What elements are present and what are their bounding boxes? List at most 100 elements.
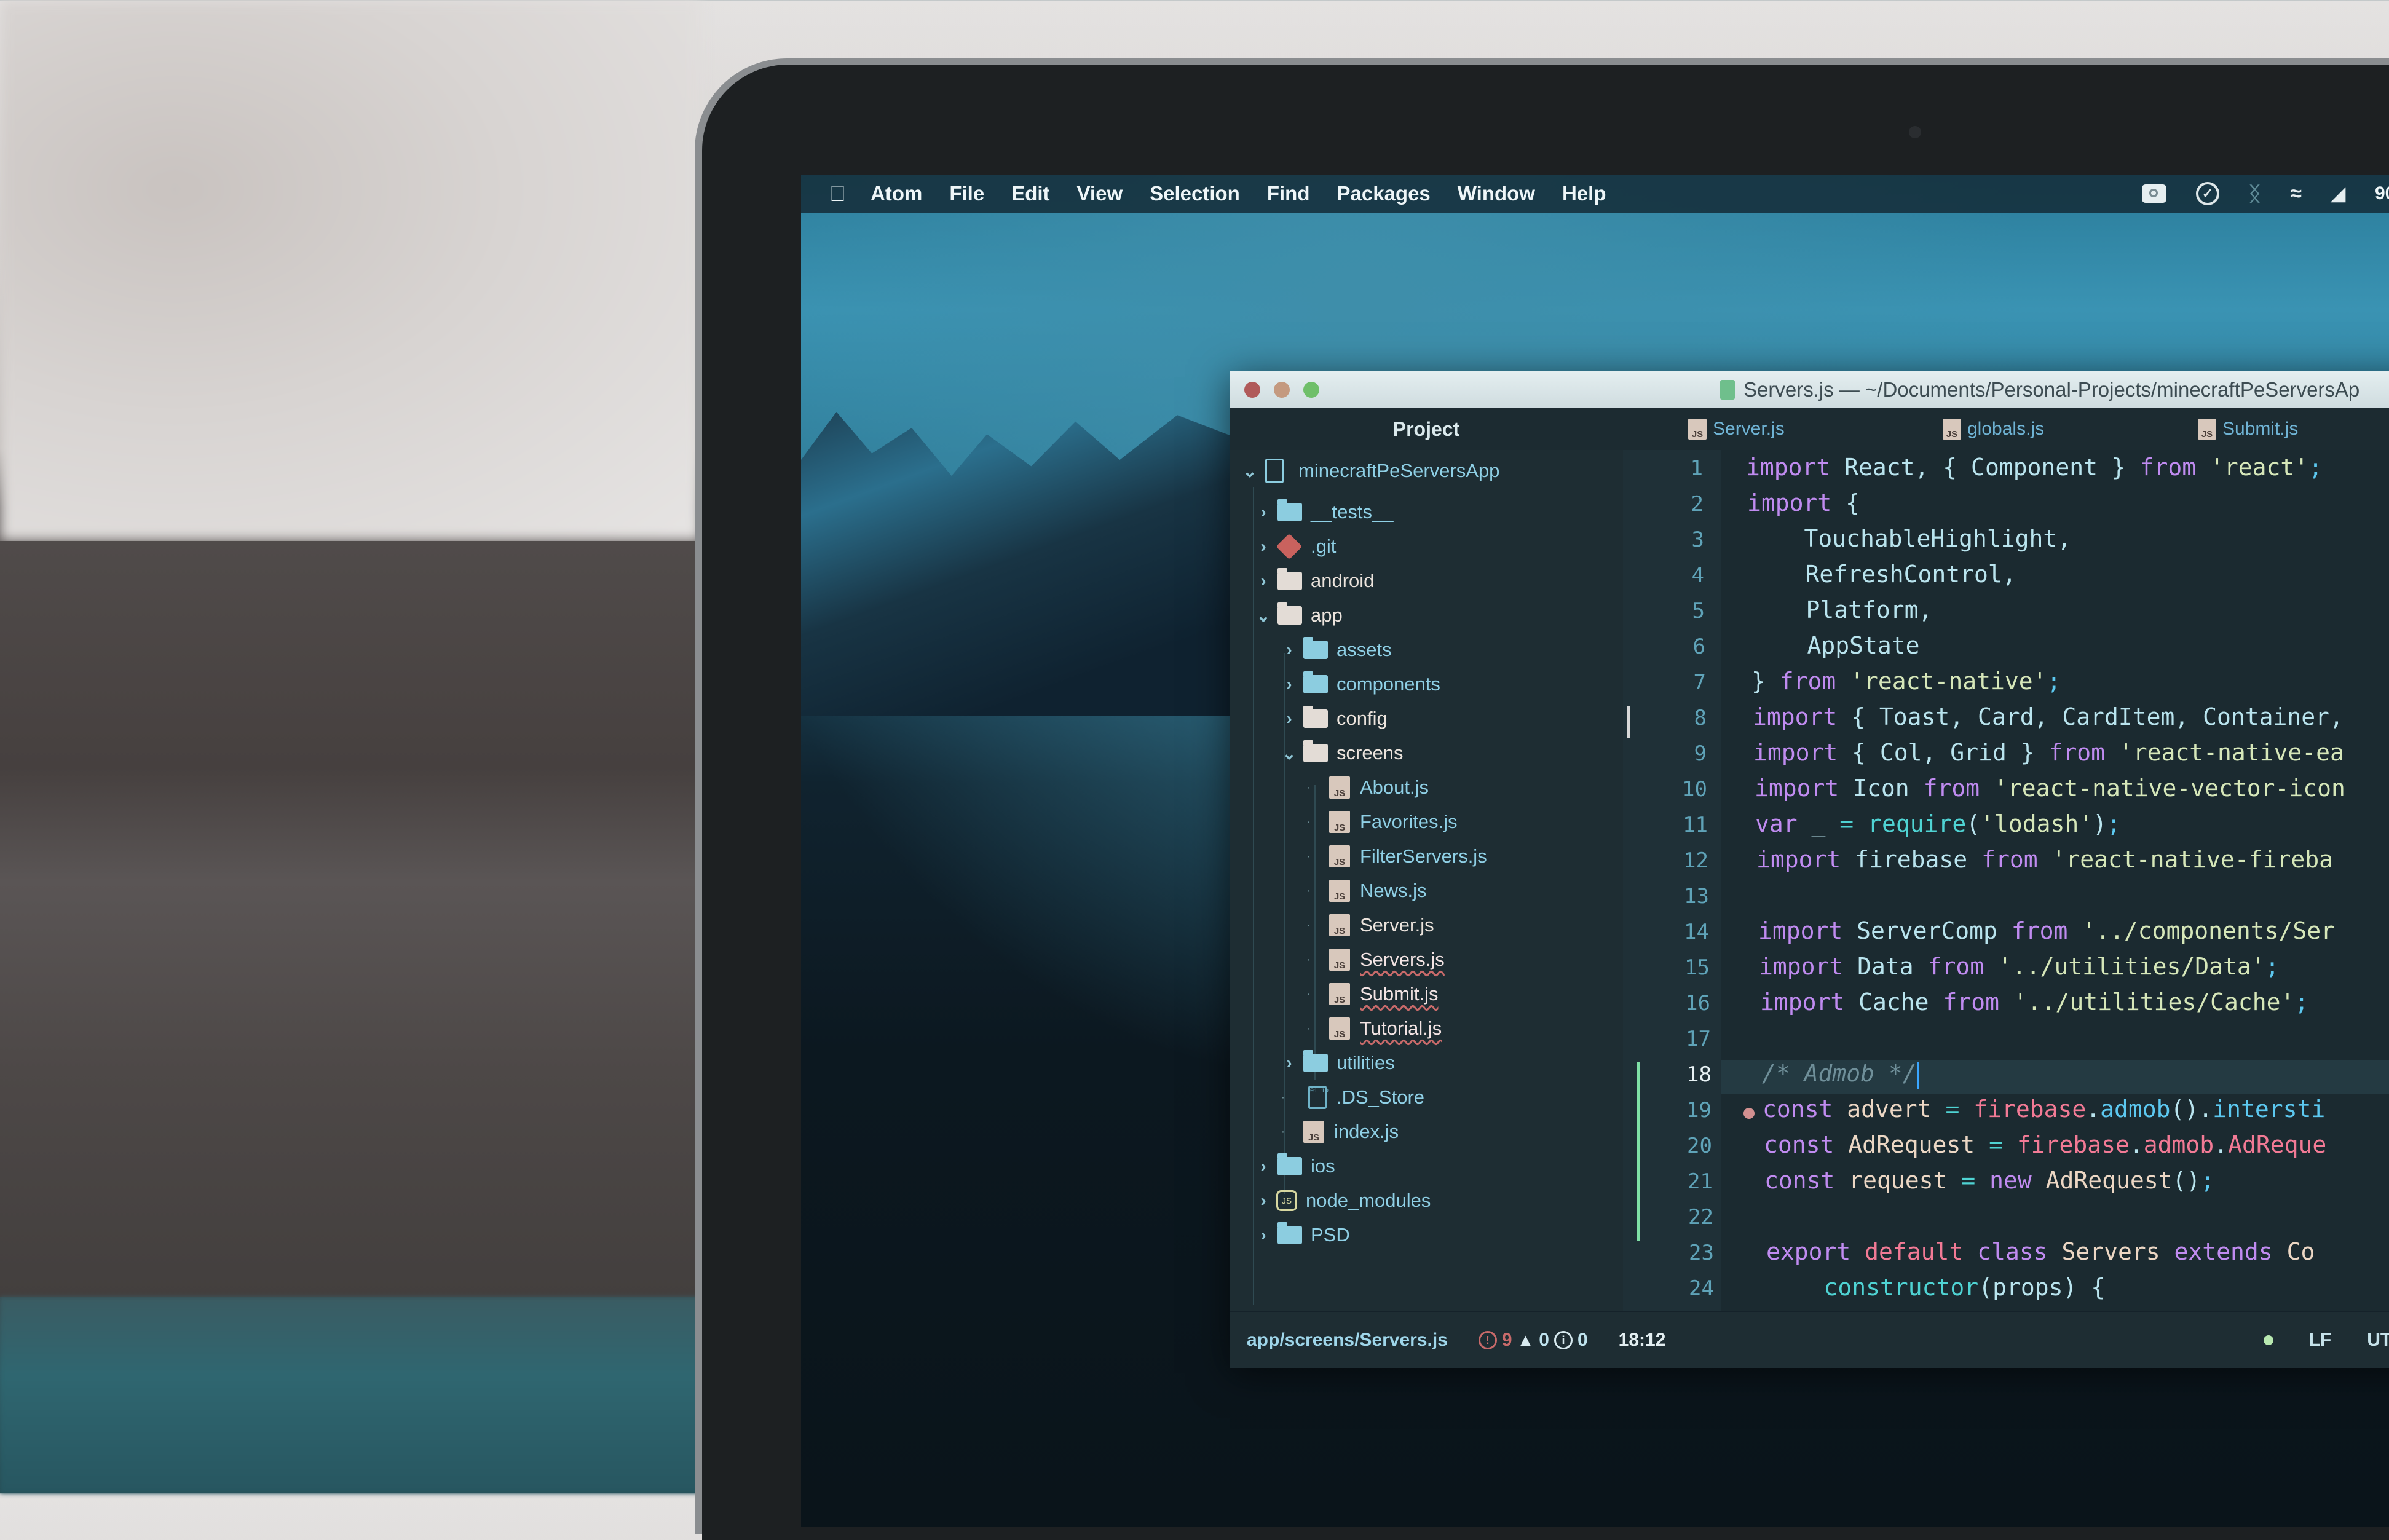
chevron-right-icon[interactable]: › (1254, 571, 1273, 591)
code-line[interactable]: const AdRequest = firebase.admob.AdReque (1764, 1131, 2326, 1158)
camera-icon[interactable] (2142, 184, 2166, 203)
code-line[interactable]: import Cache from '../utilities/Cache'; (1760, 989, 2308, 1016)
bluetooth-icon[interactable]: ᛝ (2249, 183, 2261, 205)
code-line[interactable]: import ServerComp from '../components/Se… (1758, 917, 2335, 944)
code-line[interactable]: import { Col, Grid } from 'react-native-… (1753, 739, 2344, 766)
tree-item[interactable]: › assets (1280, 634, 1392, 666)
tree-item-label: ios (1311, 1155, 1335, 1177)
code-line[interactable]: Platform, (1750, 596, 1933, 623)
status-bar-right: LF UTF-8 Java (2263, 1330, 2389, 1351)
code-line[interactable]: import React, { Component } from 'react'… (1746, 454, 2323, 481)
code-line[interactable]: export default class Servers extends Co (1766, 1238, 2315, 1265)
js-file-icon: JS (1329, 983, 1350, 1005)
chevron-right-icon[interactable]: › (1280, 1053, 1298, 1073)
menu-selection[interactable]: Selection (1150, 182, 1240, 205)
battery-percentage[interactable]: 90% (2375, 183, 2389, 204)
bullet-icon: · (1281, 1124, 1285, 1139)
tree-root[interactable]: ⌄ minecraftPeServersApp (1241, 455, 1499, 487)
chevron-right-icon[interactable]: › (1254, 1225, 1273, 1245)
tree-item[interactable]: · JS About.js (1306, 772, 1429, 804)
tab-server-js[interactable]: JS Server.js (1688, 408, 1785, 450)
code-line[interactable]: } from 'react-native'; (1751, 668, 2061, 695)
window-titlebar[interactable]: Servers.js — ~/Documents/Personal-Projec… (1230, 371, 2389, 408)
tree-item[interactable]: › utilities (1280, 1047, 1395, 1079)
tab-submit-js[interactable]: JS Submit.js (2198, 408, 2298, 450)
tree-item[interactable]: › .git (1254, 531, 1336, 563)
cursor-position[interactable]: 18:12 (1619, 1330, 1666, 1351)
tree-item[interactable]: · JS News.js (1306, 875, 1427, 907)
line-number: 13 (1684, 884, 1709, 909)
chevron-right-icon[interactable]: › (1280, 709, 1298, 729)
tree-item[interactable]: ⌄ screens (1280, 737, 1404, 769)
chevron-down-icon[interactable]: ⌄ (1254, 606, 1273, 626)
wifi-icon[interactable]: ≈ (2290, 182, 2302, 206)
line-number: 14 (1684, 920, 1709, 944)
volume-icon[interactable]: ◢ (2331, 183, 2345, 205)
menu-window[interactable]: Window (1458, 182, 1535, 205)
chevron-down-icon[interactable]: ⌄ (1280, 743, 1298, 764)
code-line[interactable]: const request = new AdRequest(); (1764, 1167, 2214, 1194)
chevron-right-icon[interactable]: › (1254, 1156, 1273, 1176)
tree-item-label: .git (1311, 535, 1337, 557)
current-file-path[interactable]: app/screens/Servers.js (1247, 1330, 1448, 1351)
tree-item[interactable]: · JS Servers.js (1306, 944, 1445, 976)
js-file-icon: JS (1329, 811, 1350, 833)
code-line[interactable]: AppState (1751, 632, 1920, 659)
tree-item[interactable]: · JS Submit.js (1306, 978, 1438, 1010)
linter-summary[interactable]: ! 9 ▲ 0 i 0 (1478, 1330, 1588, 1351)
tree-item[interactable]: › components (1280, 668, 1440, 700)
line-number: 3 (1691, 527, 1704, 552)
code-line[interactable]: TouchableHighlight, (1748, 525, 2072, 552)
tree-item[interactable]: ⌄ app (1254, 599, 1343, 631)
code-line[interactable]: const advert = firebase.admob().intersti (1763, 1096, 2325, 1123)
tree-item[interactable]: › config (1280, 703, 1388, 735)
chevron-right-icon[interactable]: › (1254, 502, 1273, 522)
code-line[interactable]: var _ = require('lodash'); (1755, 810, 2121, 837)
tree-item[interactable]: › __tests__ (1254, 496, 1393, 528)
tree-item[interactable]: › JS node_modules (1254, 1185, 1431, 1217)
tree-item[interactable]: · 01 10 .DS_Store (1280, 1081, 1424, 1113)
chevron-right-icon[interactable]: › (1254, 1191, 1273, 1210)
chevron-right-icon[interactable]: › (1254, 537, 1273, 556)
menu-edit[interactable]: Edit (1011, 182, 1049, 205)
code-line[interactable]: /* Admob */ (1762, 1060, 1919, 1089)
minimize-window-button[interactable] (1274, 382, 1290, 398)
tree-item[interactable]: › android (1254, 565, 1374, 597)
code-line[interactable]: import Data from '../utilities/Data'; (1759, 953, 2280, 980)
chevron-down-icon[interactable]: ⌄ (1241, 461, 1259, 481)
chevron-right-icon[interactable]: › (1280, 674, 1298, 694)
code-editor[interactable]: 1 import React, { Component } from 'react… (1623, 450, 2389, 1311)
menu-view[interactable]: View (1077, 182, 1123, 205)
menu-find[interactable]: Find (1267, 182, 1310, 205)
tree-item[interactable]: · JS Server.js (1306, 909, 1434, 941)
status-bar: app/screens/Servers.js ! 9 ▲ 0 i 0 18:12… (1230, 1311, 2389, 1368)
menu-file[interactable]: File (949, 182, 984, 205)
tree-item[interactable]: · JS FilterServers.js (1306, 840, 1487, 872)
warning-count: 0 (1539, 1330, 1549, 1350)
code-line[interactable]: import { Toast, Card, CardItem, Containe… (1753, 703, 2344, 730)
maximize-window-button[interactable] (1303, 382, 1319, 398)
tab-globals-js[interactable]: JS globals.js (1943, 408, 2044, 450)
nodejs-icon: JS (1276, 1190, 1297, 1211)
code-line[interactable]: import Icon from 'react-native-vector-ic… (1755, 775, 2345, 802)
menu-atom[interactable]: Atom (871, 182, 922, 205)
line-ending-selector[interactable]: LF (2309, 1330, 2332, 1351)
checkmark-shield-icon[interactable]: ✓ (2196, 182, 2219, 205)
lint-error-dot-icon[interactable] (1743, 1108, 1755, 1119)
menu-help[interactable]: Help (1562, 182, 1606, 205)
tab-project[interactable]: Project (1230, 408, 1623, 450)
encoding-selector[interactable]: UTF-8 (2367, 1330, 2389, 1351)
tree-item[interactable]: › ios (1254, 1150, 1335, 1182)
tree-item[interactable]: › PSD (1254, 1219, 1350, 1251)
close-window-button[interactable] (1244, 382, 1260, 398)
code-line[interactable]: import firebase from 'react-native-fireb… (1756, 846, 2333, 873)
apple-menu-icon[interactable]:  (829, 181, 846, 207)
tree-item[interactable]: · JS index.js (1280, 1116, 1399, 1148)
chevron-right-icon[interactable]: › (1280, 640, 1298, 660)
code-line[interactable]: RefreshControl, (1749, 561, 2016, 588)
code-line[interactable]: constructor(props) { (1767, 1274, 2106, 1301)
code-line[interactable]: import { (1747, 489, 1860, 516)
tree-item[interactable]: · JS Favorites.js (1306, 806, 1457, 838)
tree-item[interactable]: · JS Tutorial.js (1306, 1013, 1442, 1044)
menu-packages[interactable]: Packages (1337, 182, 1431, 205)
